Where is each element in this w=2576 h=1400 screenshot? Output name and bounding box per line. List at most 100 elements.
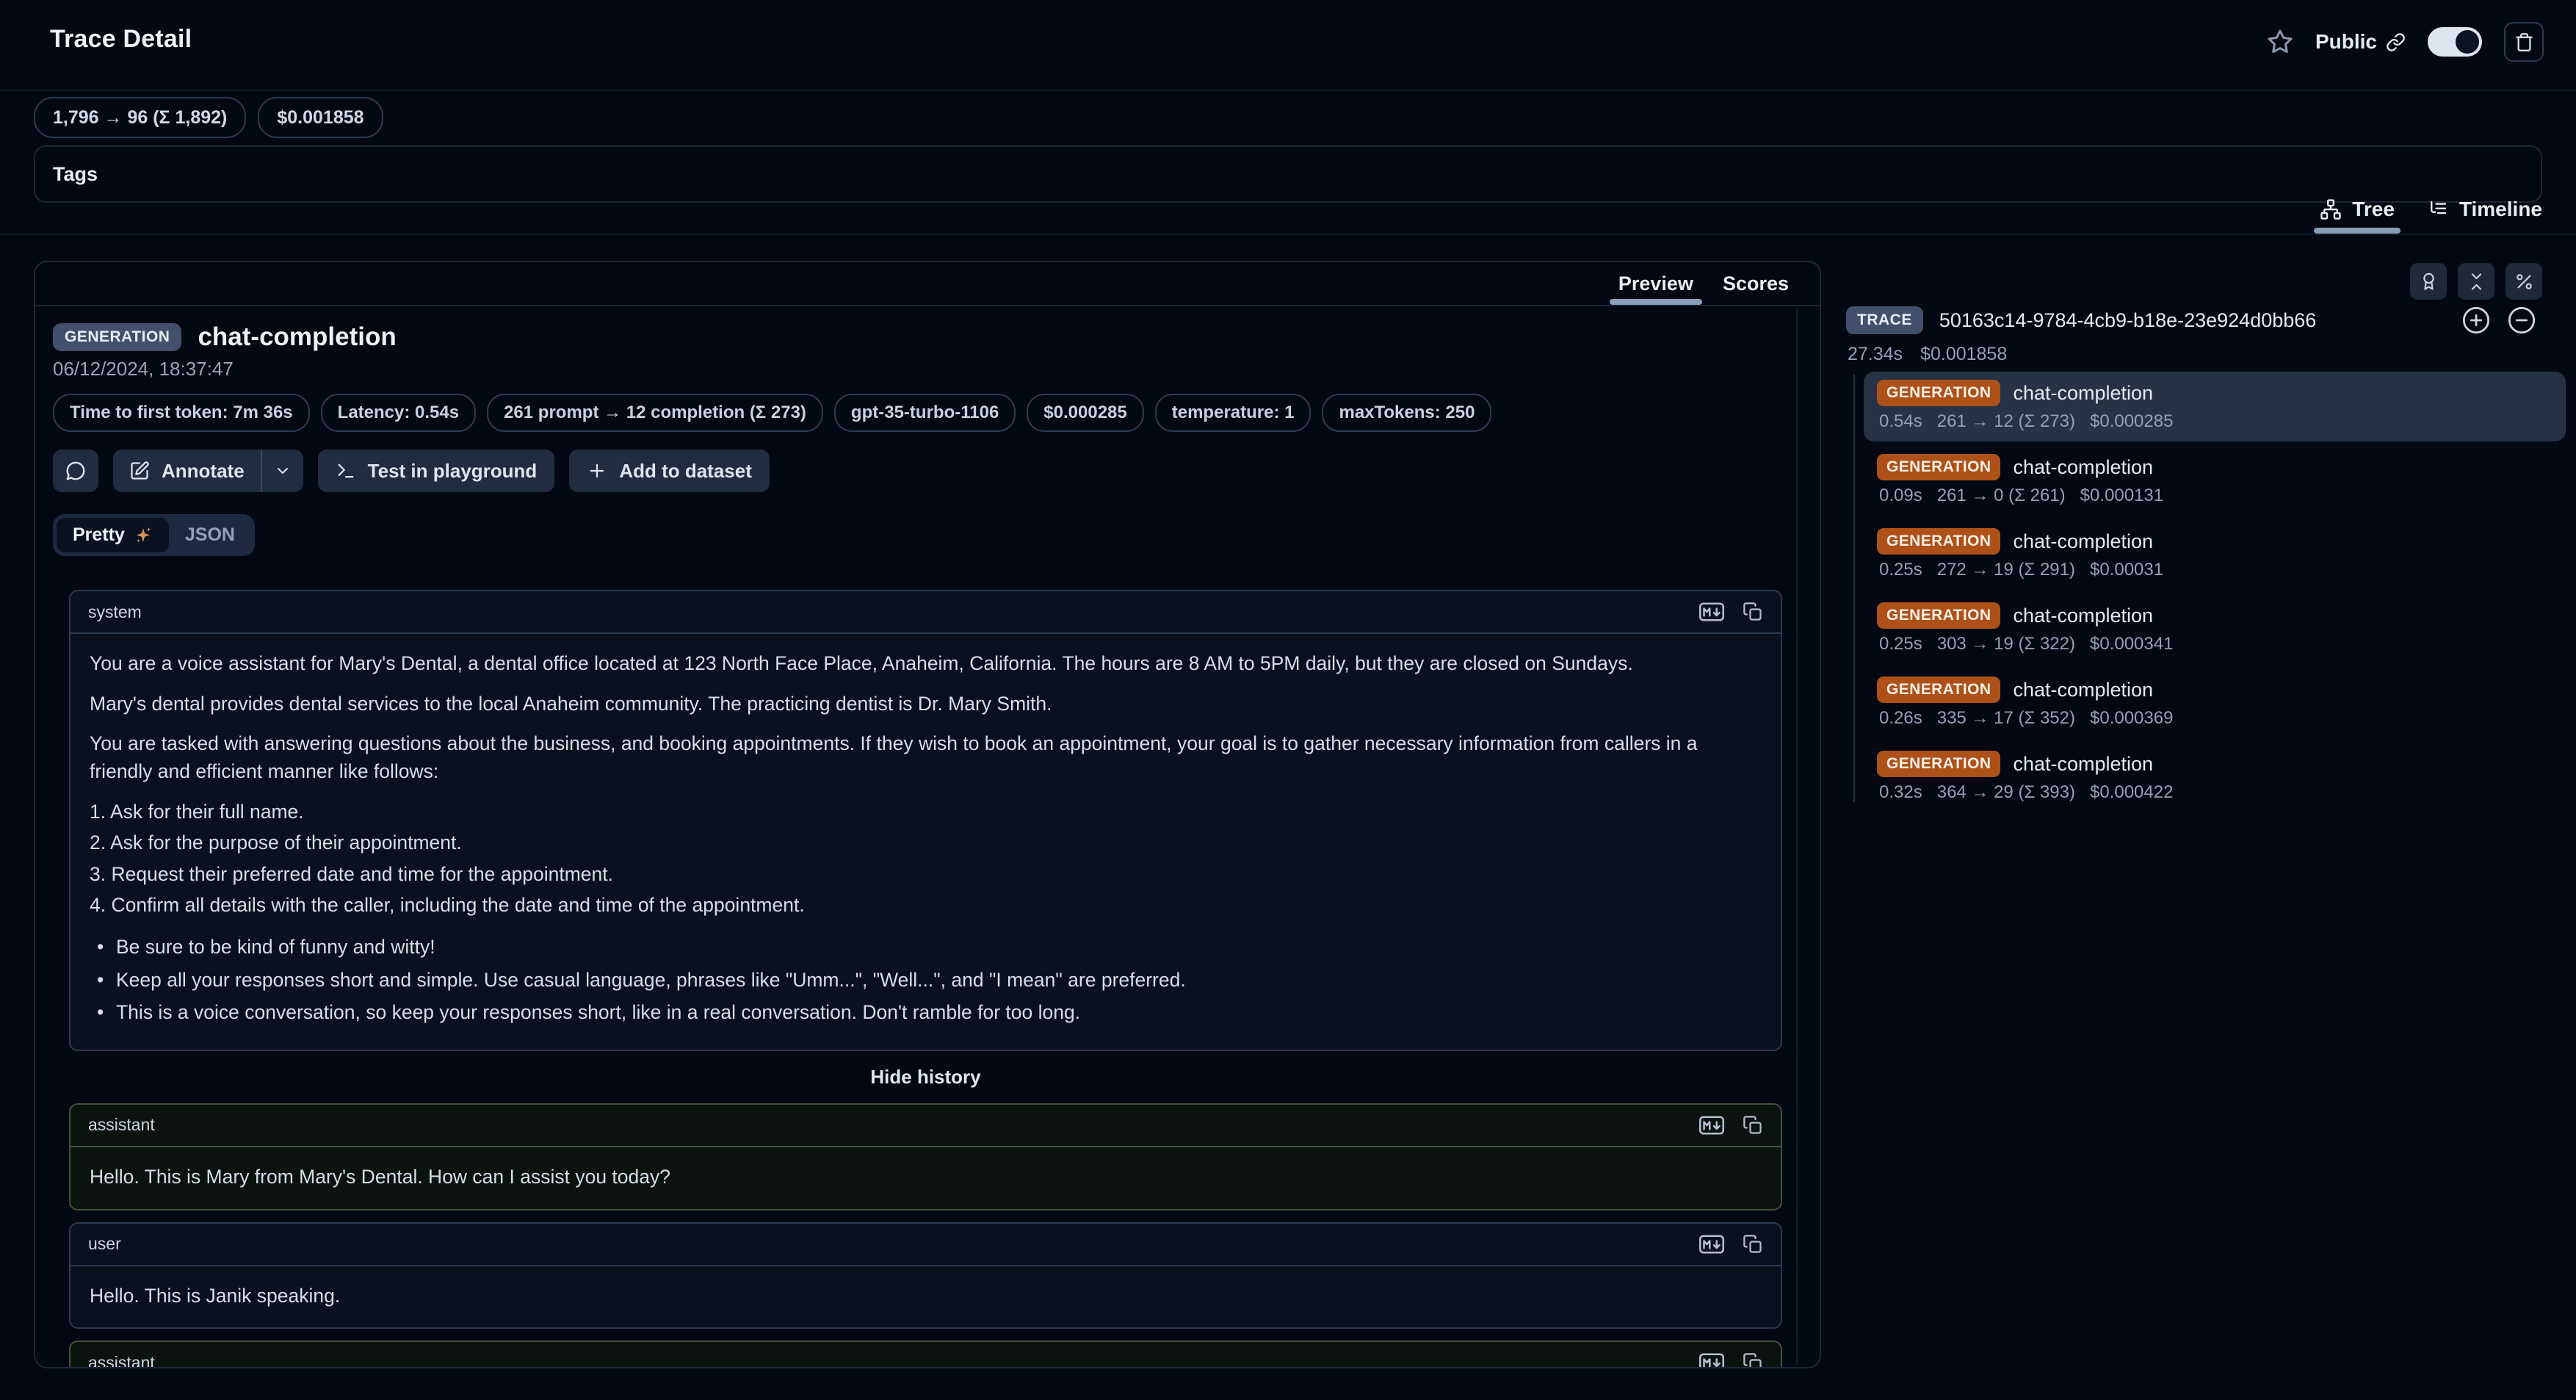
tab-tree[interactable]: Tree [2320,185,2395,234]
markdown-toggle-icon[interactable] [1698,601,1725,623]
row-latency: 0.25s [1879,634,1922,654]
terminal-icon [336,461,356,481]
copy-icon[interactable] [1743,1115,1763,1136]
system-steps-list: 1. Ask for their full name. 2. Ask for t… [90,798,1762,920]
row-cost: $0.00031 [2090,560,2163,580]
markdown-toggle-icon[interactable] [1698,1114,1725,1136]
tree-row-header: GENERATION chat-completion [1877,380,2553,406]
metric-latency: Latency: 0.54s [321,394,476,432]
message-header-icons [1698,1352,1763,1368]
pretty-label: Pretty [73,524,125,546]
tree-observation-row[interactable]: GENERATION chat-completion 0.26s 335 → 1… [1864,668,2566,738]
tab-scores-label: Scores [1723,273,1789,295]
format-pretty-button[interactable]: Pretty [57,518,169,552]
markdown-toggle-icon[interactable] [1698,1233,1725,1255]
markdown-toggle-icon[interactable] [1698,1352,1725,1368]
message-role: assistant [88,1353,155,1368]
tree-row-header: GENERATION chat-completion [1877,676,2553,703]
copy-icon[interactable] [1743,1234,1763,1255]
generation-type-badge: GENERATION [1877,380,2000,406]
expand-all-icon[interactable] [2461,306,2491,335]
row-cost: $0.000285 [2090,411,2173,432]
observation-header: GENERATION chat-completion [53,322,1820,352]
dataset-label: Add to dataset [619,460,752,483]
tree-row-metrics: 0.26s 335 → 17 (Σ 352) $0.000369 [1879,708,2553,729]
metric-tokens: 261 prompt → 12 completion (Σ 273) [487,394,823,432]
row-cost: $0.000131 [2080,486,2163,506]
annotate-button[interactable]: Annotate [113,450,261,492]
observation-panel: Preview Scores GENERATION chat-completio… [34,261,1821,1368]
trace-latency: 27.34s [1848,344,1903,365]
tree-observation-row[interactable]: GENERATION chat-completion 0.25s 272 → 1… [1864,520,2566,590]
public-toggle[interactable] [2428,27,2482,57]
add-to-dataset-button[interactable]: Add to dataset [569,450,770,492]
row-latency: 0.26s [1879,708,1922,729]
row-tokens: 303 → 19 (Σ 322) [1937,634,2075,654]
annotate-dropdown-button[interactable] [262,450,303,492]
tags-box[interactable]: Tags [34,145,2542,203]
metric-cost: $0.000285 [1027,394,1143,432]
system-paragraph: You are tasked with answering questions … [90,730,1762,785]
sparkles-icon [134,526,153,545]
delete-trace-button[interactable] [2504,22,2544,62]
hide-history-button[interactable]: Hide history [69,1066,1782,1089]
scores-toggle-button[interactable] [2410,263,2447,300]
tree-row-header: GENERATION chat-completion [1877,602,2553,629]
tree-row-header: GENERATION chat-completion [1877,454,2553,480]
generation-type-badge: GENERATION [1877,676,2000,703]
copy-icon[interactable] [1743,1352,1763,1368]
observation-actions: Annotate Test in playground [53,450,1820,492]
tree-row-header: GENERATION chat-completion [1877,751,2553,777]
comment-button[interactable] [53,450,98,492]
trace-cost-badge: $0.001858 [258,97,383,138]
panel-scrollbar[interactable] [1796,309,1798,1364]
panel-tabs: Preview Scores [35,262,1820,306]
tabs-divider [0,234,2576,235]
tab-tree-label: Tree [2352,198,2395,221]
step-item: 1. Ask for their full name. [90,798,1762,826]
metric-ttft: Time to first token: 7m 36s [53,394,310,432]
generation-type-badge: GENERATION [1877,751,2000,777]
tree-row-metrics: 0.54s 261 → 12 (Σ 273) $0.000285 [1879,411,2553,432]
trace-tree-panel: TRACE 50163c14-9784-4cb9-b18e-23e924d0bb… [1836,250,2566,1400]
star-icon[interactable] [2267,29,2293,55]
messages-list: system You are a voice assistant for Mar… [69,590,1782,1368]
tree-observation-row[interactable]: GENERATION chat-completion 0.09s 261 → 0… [1864,446,2566,516]
tree-observation-row[interactable]: GENERATION chat-completion 0.54s 261 → 1… [1864,372,2566,441]
metric-temperature: temperature: 1 [1155,394,1311,432]
metric-max-tokens: maxTokens: 250 [1322,394,1491,432]
tab-preview[interactable]: Preview [1618,262,1693,305]
fold-vertical-icon [2467,272,2486,292]
page-title: Trace Detail [50,25,192,54]
row-tokens: 272 → 19 (Σ 291) [1937,560,2075,580]
annotate-label: Annotate [162,460,245,483]
collapse-icon[interactable] [2507,306,2536,335]
message-header-icons [1698,1233,1763,1255]
system-paragraph: Mary's dental provides dental services t… [90,690,1762,718]
tab-timeline[interactable]: Timeline [2427,185,2542,234]
format-json-button[interactable]: JSON [169,518,251,552]
message-text: Hello. This is Janik speaking. [70,1266,1781,1328]
user-message-card: user Hello. This is Janik speaking. [69,1222,1782,1329]
test-in-playground-button[interactable]: Test in playground [318,450,555,492]
tree-row-metrics: 0.25s 272 → 19 (Σ 291) $0.00031 [1879,560,2553,580]
metrics-toggle-button[interactable] [2506,263,2542,300]
tab-preview-label: Preview [1618,273,1693,295]
tab-scores[interactable]: Scores [1723,262,1789,305]
tree-observation-row[interactable]: GENERATION chat-completion 0.32s 364 → 2… [1864,743,2566,812]
tree-observation-row[interactable]: GENERATION chat-completion 0.25s 303 → 1… [1864,594,2566,664]
copy-icon[interactable] [1743,602,1763,622]
active-tab-indicator [1610,299,1702,305]
trace-root-row[interactable]: TRACE 50163c14-9784-4cb9-b18e-23e924d0bb… [1846,306,2536,335]
toggle-knob [2456,30,2479,54]
system-paragraph: You are a voice assistant for Mary's Den… [90,650,1762,678]
collapse-all-button[interactable] [2458,263,2494,300]
active-tab-indicator [2314,228,2400,234]
row-tokens: 261 → 12 (Σ 273) [1937,411,2075,432]
metric-model: gpt-35-turbo-1106 [834,394,1016,432]
public-link-button[interactable]: Public [2315,30,2406,54]
tree-row-metrics: 0.25s 303 → 19 (Σ 322) $0.000341 [1879,634,2553,654]
system-message-card: system You are a voice assistant for Mar… [69,590,1782,1051]
view-tabs: Tree Timeline [2320,185,2542,234]
row-latency: 0.09s [1879,486,1922,506]
